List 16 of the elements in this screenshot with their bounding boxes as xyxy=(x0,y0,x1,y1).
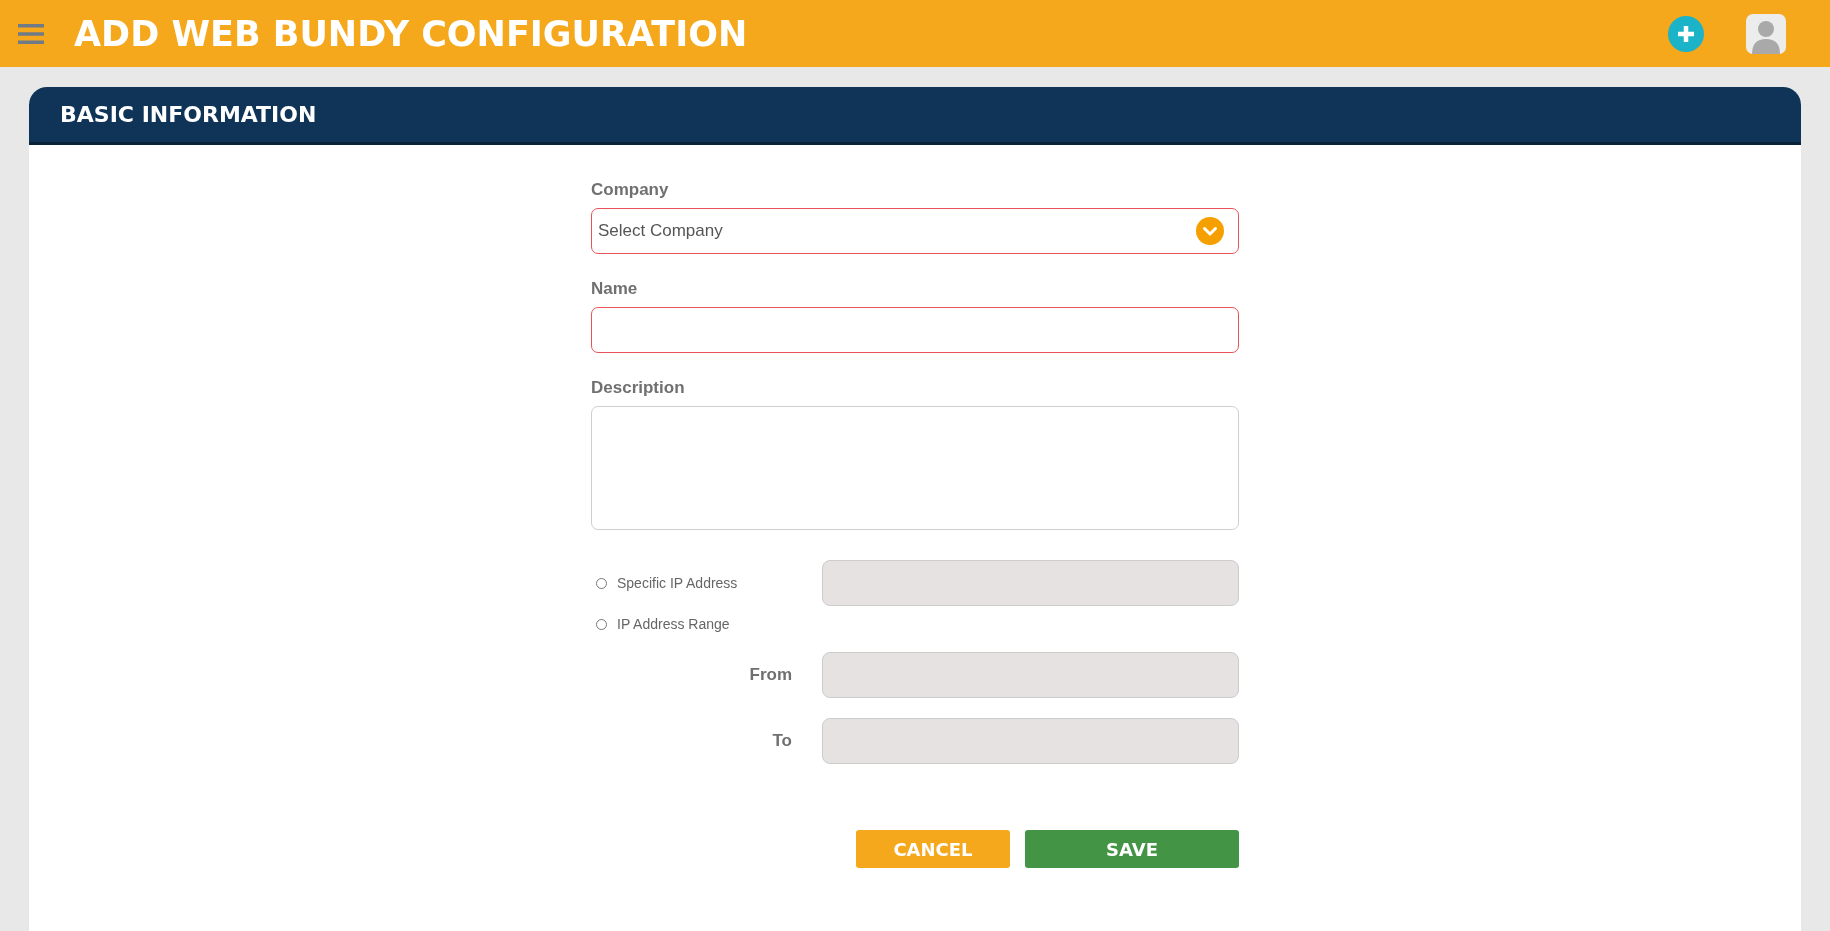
field-label: Name xyxy=(591,279,639,299)
company-select[interactable]: Select Company xyxy=(591,208,1239,254)
name-input[interactable] xyxy=(591,307,1239,353)
range-label: To xyxy=(772,731,792,751)
description-textarea[interactable] xyxy=(591,406,1239,530)
section-title: BASIC INFORMATION xyxy=(60,102,317,127)
save-button[interactable]: SAVE xyxy=(1025,830,1239,868)
add-icon[interactable] xyxy=(1668,15,1704,52)
radio-option[interactable]: IP Address Range xyxy=(591,616,822,632)
page-title: ADD WEB BUNDY CONFIGURATION xyxy=(74,13,749,54)
field-label: Company xyxy=(591,180,670,200)
menu-icon[interactable] xyxy=(18,22,44,45)
chevron-down-icon xyxy=(1196,217,1224,245)
range-label: From xyxy=(749,665,792,685)
field-label: Description xyxy=(591,378,686,398)
user-avatar-icon[interactable] xyxy=(1746,13,1786,54)
